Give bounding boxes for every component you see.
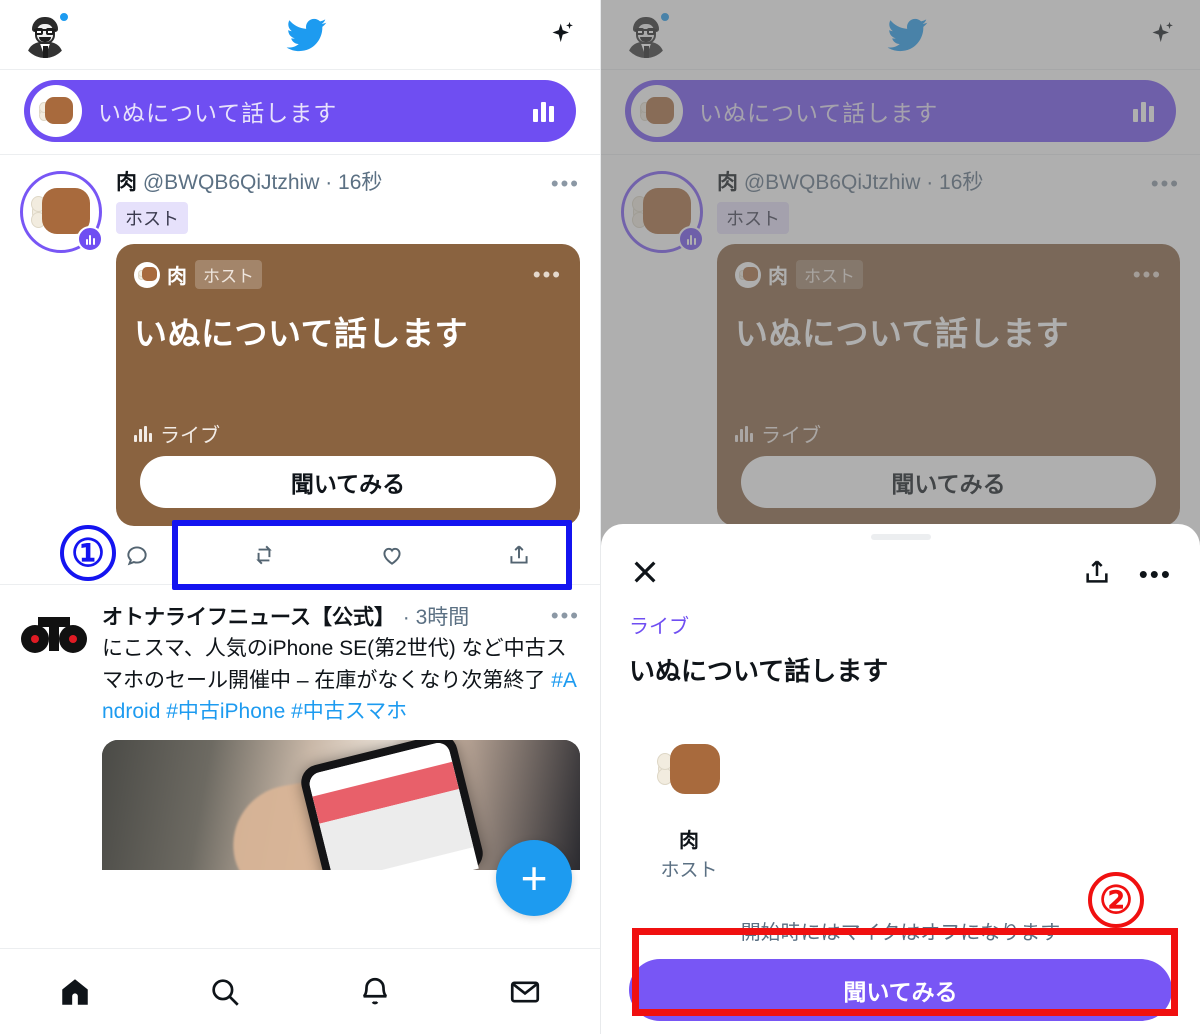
retweet-icon[interactable] — [251, 542, 277, 568]
news-header: オトナライフニュース【公式】 · 3時間 ••• — [102, 601, 580, 631]
space-card-more-button[interactable]: ••• — [533, 263, 562, 286]
left-screen: いぬについて話します 肉 @BWQB6QiJtzhiw · 16秒 ••• ホス… — [0, 0, 600, 1034]
space-live-status: ライブ — [134, 419, 562, 448]
tweet-display-name: 肉 — [116, 171, 137, 194]
tweet-body: 肉 @BWQB6QiJtzhiw · 16秒 ••• ホスト 肉 ホスト ••• — [116, 169, 580, 584]
listen-button-container: 聞いてみる — [134, 448, 562, 510]
host-badge: ホスト — [116, 202, 188, 235]
screenshot-root: いぬについて話します 肉 @BWQB6QiJtzhiw · 16秒 ••• ホス… — [0, 0, 1200, 1034]
twitter-bird-icon — [286, 18, 327, 51]
like-icon[interactable] — [379, 542, 405, 568]
space-bar-title: いぬについて話します — [98, 100, 338, 126]
sheet-more-button[interactable]: ••• — [1139, 557, 1172, 587]
news-text: にこスマ、人気のiPhone SE(第2世代) など中古スマホのセール開催中 –… — [102, 633, 580, 728]
news-more-button[interactable]: ••• — [551, 601, 580, 627]
tweet-space[interactable]: 肉 @BWQB6QiJtzhiw · 16秒 ••• ホスト 肉 ホスト ••• — [0, 155, 600, 584]
space-host-avatar — [30, 85, 82, 137]
audio-bars-icon — [533, 100, 554, 122]
space-card-host-badge: ホスト — [195, 260, 262, 290]
news-body: オトナライフニュース【公式】 · 3時間 ••• にこスマ、人気のiPhone … — [88, 601, 580, 870]
tweet-handle: @BWQB6QiJtzhiw — [142, 171, 320, 194]
messages-icon[interactable] — [508, 975, 542, 1009]
sheet-host[interactable]: 肉 ホスト — [629, 722, 749, 882]
share-icon[interactable] — [506, 542, 532, 568]
news-display-name: オトナライフニュース【公式】 — [102, 606, 395, 630]
unread-dot — [58, 10, 70, 23]
sheet-header: ••• — [629, 556, 1172, 588]
space-card-host-name: 肉 — [167, 266, 187, 289]
sheet-live-label: ライブ — [629, 616, 689, 638]
reply-icon[interactable] — [124, 542, 150, 568]
space-join-sheet: ••• ライブ いぬについて話します 肉 ホスト 開始時にはマイクはオフになりま… — [601, 524, 1200, 1034]
tweet-news[interactable]: オトナライフニュース【公式】 · 3時間 ••• にこスマ、人気のiPhone … — [0, 585, 600, 870]
sheet-host-name: 肉 — [679, 830, 699, 852]
annotation-number-step1: ① — [60, 525, 116, 581]
annotation-number-step2: ② — [1088, 872, 1144, 928]
mic-off-note: 開始時にはマイクはオフになります — [740, 922, 1061, 944]
news-text-body: にこスマ、人気のiPhone SE(第2世代) など中古スマホのセール開催中 –… — [102, 637, 567, 692]
profile-avatar[interactable] — [22, 10, 70, 58]
sheet-host-role: ホスト — [660, 860, 718, 881]
sheet-title: いぬについて話します — [629, 656, 889, 686]
close-icon[interactable] — [629, 556, 661, 588]
live-label: ライブ — [160, 425, 220, 448]
tweet-separator: · — [319, 171, 339, 194]
join-space-button[interactable]: 聞いてみる — [629, 959, 1172, 1021]
active-space-bar[interactable]: いぬについて話します — [24, 80, 576, 142]
listen-button[interactable]: 聞いてみる — [140, 456, 556, 509]
compose-tweet-button[interactable]: + — [496, 840, 572, 916]
home-icon[interactable] — [58, 975, 92, 1009]
top-bar — [0, 0, 600, 70]
oto-logo-icon — [21, 617, 87, 654]
sparkle-icon[interactable] — [544, 18, 578, 52]
sheet-header-actions: ••• — [1081, 556, 1172, 588]
plus-icon: + — [520, 852, 548, 904]
share-icon[interactable] — [1081, 556, 1113, 588]
tweet-header: 肉 @BWQB6QiJtzhiw · 16秒 ••• — [116, 169, 580, 197]
tweet-actions — [116, 526, 580, 584]
live-bars-icon — [134, 425, 152, 442]
sheet-drag-handle[interactable] — [870, 534, 931, 540]
avatar[interactable] — [20, 171, 103, 253]
bottom-navigation — [0, 948, 600, 1034]
tweet-more-button[interactable]: ••• — [551, 169, 580, 195]
sheet-host-avatar — [641, 722, 737, 818]
space-card-header: 肉 ホスト ••• — [134, 260, 562, 290]
search-icon[interactable] — [208, 975, 242, 1009]
space-badge-icon — [77, 226, 103, 252]
tweet-avatar-column — [20, 169, 116, 584]
spaces-bar-container: いぬについて話します — [0, 70, 600, 155]
space-card-title: いぬについて話します — [134, 315, 469, 353]
space-card[interactable]: 肉 ホスト ••• いぬについて話します ライブ 聞いてみる — [116, 244, 580, 527]
notifications-icon[interactable] — [358, 975, 392, 1009]
space-card-host-avatar — [134, 261, 160, 288]
news-time: · 3時間 — [402, 606, 470, 630]
tweet-meta: 肉 @BWQB6QiJtzhiw · 16秒 — [116, 169, 551, 197]
tweet-time: 16秒 — [338, 171, 383, 194]
news-avatar[interactable] — [20, 601, 88, 670]
